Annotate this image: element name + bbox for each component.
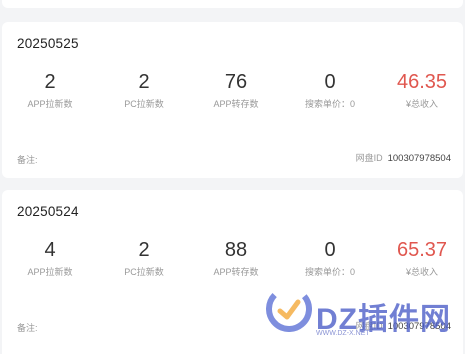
stat-label: APP转存数 (213, 267, 259, 277)
stat-label: APP拉新数 (27, 267, 73, 277)
stat-value: 2 (44, 71, 56, 93)
stat-value: 0 (324, 71, 336, 93)
stat-pc-new: 2 PC拉新数 (98, 70, 190, 110)
stat-value: 4 (44, 239, 56, 261)
stat-label: ¥总收入 (405, 99, 438, 109)
income-value: 65.37 (396, 239, 448, 261)
stat-label: APP转存数 (213, 99, 259, 109)
income-value: 46.35 (396, 71, 448, 93)
stat-value: 76 (224, 71, 248, 93)
pan-info: 网盘ID 100307978504 (356, 151, 451, 164)
stat-search-price: 0 搜索单价：0 (284, 238, 376, 278)
stat-label: 搜索单价：0 (304, 267, 355, 277)
stat-label: PC拉新数 (124, 267, 164, 277)
pan-info: 网盘ID 100307978504 (356, 319, 451, 332)
stat-label: 搜索单价：0 (304, 99, 355, 109)
stat-app-new: 2 APP拉新数 (4, 70, 96, 110)
stat-label: PC拉新数 (124, 99, 164, 109)
record-date: 20250524 (17, 204, 79, 219)
pan-id-label: 网盘ID (355, 321, 383, 331)
stat-value: 88 (224, 239, 248, 261)
stat-app-new: 4 APP拉新数 (4, 238, 96, 278)
stat-value: 2 (138, 239, 150, 261)
pan-id-value: 100307978504 (387, 321, 451, 332)
pan-id-value: 100307978504 (387, 153, 451, 164)
record-card-partial (2, 0, 463, 8)
stat-app-save: 88 APP转存数 (190, 238, 282, 278)
stat-value: 2 (138, 71, 150, 93)
stat-total-income: 46.35 ¥总收入 (376, 70, 465, 110)
stat-label: APP拉新数 (27, 99, 73, 109)
earnings-list: 20250525 2 APP拉新数 2 PC拉新数 76 APP转存数 0 搜索… (0, 0, 465, 354)
stat-app-save: 76 APP转存数 (190, 70, 282, 110)
remark-label: 备注: (17, 323, 38, 333)
remark-label: 备注: (17, 155, 38, 165)
stat-value: 0 (324, 239, 336, 261)
stat-total-income: 65.37 ¥总收入 (376, 238, 465, 278)
record-card: 20250524 4 APP拉新数 2 PC拉新数 88 APP转存数 0 搜索… (2, 190, 463, 354)
record-date: 20250525 (17, 36, 79, 51)
record-card: 20250525 2 APP拉新数 2 PC拉新数 76 APP转存数 0 搜索… (2, 22, 463, 178)
pan-id-label: 网盘ID (355, 153, 383, 163)
stat-pc-new: 2 PC拉新数 (98, 238, 190, 278)
stat-search-price: 0 搜索单价：0 (284, 70, 376, 110)
stat-label: ¥总收入 (405, 267, 438, 277)
